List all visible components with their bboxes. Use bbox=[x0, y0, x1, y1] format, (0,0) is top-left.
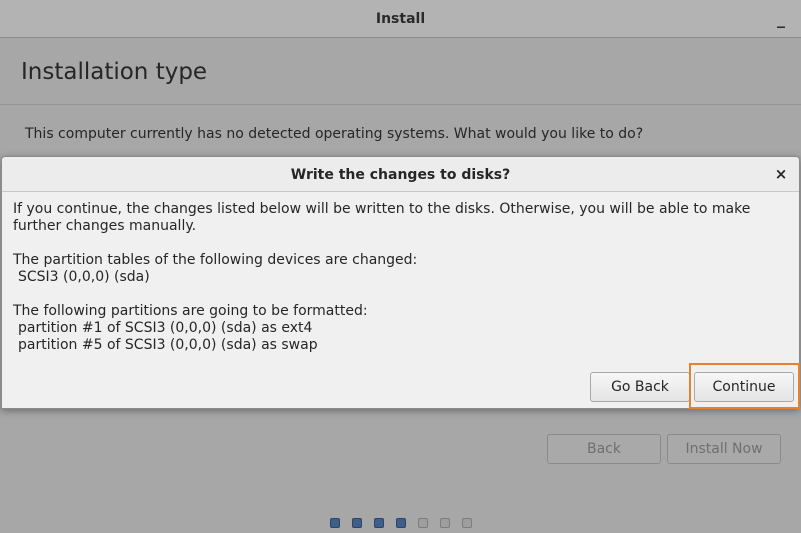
title-bar: Install _ bbox=[0, 0, 801, 38]
dialog-header: Write the changes to disks? × bbox=[2, 157, 799, 192]
partition-table-item: SCSI3 (0,0,0) (sda) bbox=[18, 269, 150, 285]
partition-tables-heading: The partition tables of the following de… bbox=[13, 252, 418, 268]
progress-indicator bbox=[330, 518, 472, 530]
dialog-title: Write the changes to disks? bbox=[290, 167, 511, 183]
formatted-partition-item: partition #5 of SCSI3 (0,0,0) (sda) as s… bbox=[18, 337, 318, 353]
window-title: Install bbox=[375, 11, 426, 27]
page-title: Installation type bbox=[21, 59, 208, 85]
progress-dot bbox=[440, 518, 450, 528]
go-back-button[interactable]: Go Back bbox=[590, 372, 690, 402]
install-now-button[interactable]: Install Now bbox=[667, 434, 781, 464]
partition-tables-section: The partition tables of the following de… bbox=[13, 252, 795, 286]
progress-dot bbox=[462, 518, 472, 528]
formatted-partitions-section: The following partitions are going to be… bbox=[13, 303, 795, 354]
progress-dot bbox=[418, 518, 428, 528]
dialog-intro: If you continue, the changes listed belo… bbox=[13, 201, 751, 234]
progress-dot bbox=[374, 518, 384, 528]
formatted-heading: The following partitions are going to be… bbox=[13, 303, 368, 319]
continue-button[interactable]: Continue bbox=[694, 372, 794, 402]
page-question: This computer currently has no detected … bbox=[25, 126, 644, 142]
back-button[interactable]: Back bbox=[547, 434, 661, 464]
progress-dot bbox=[352, 518, 362, 528]
page-header: Installation type bbox=[0, 39, 801, 105]
dialog-body: If you continue, the changes listed belo… bbox=[13, 201, 795, 371]
minimize-button[interactable]: _ bbox=[773, 8, 789, 28]
formatted-partition-item: partition #1 of SCSI3 (0,0,0) (sda) as e… bbox=[18, 320, 313, 336]
progress-dot bbox=[330, 518, 340, 528]
close-icon[interactable]: × bbox=[773, 165, 789, 183]
progress-dot bbox=[396, 518, 406, 528]
